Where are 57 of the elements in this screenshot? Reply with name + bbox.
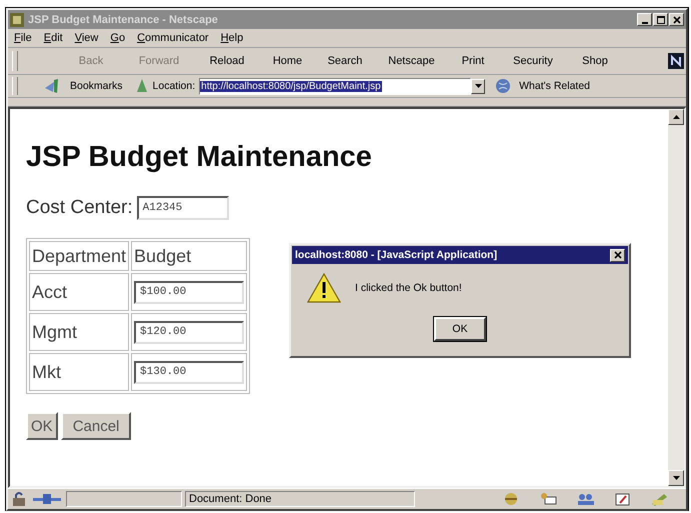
- input-field[interactable]: $130.00: [134, 360, 244, 384]
- input-field[interactable]: $100.00: [134, 280, 244, 304]
- cancel-button[interactable]: Cancel: [60, 412, 132, 440]
- close-icon: [614, 251, 622, 259]
- table-cell: Mkt: [29, 353, 130, 391]
- dialog-message: I clicked the Ok button!: [355, 282, 462, 294]
- menu-item[interactable]: Go: [110, 32, 126, 44]
- people-icon[interactable]: [576, 491, 596, 507]
- menu-item[interactable]: Edit: [44, 32, 63, 44]
- window-title: JSP Budget Maintenance - Netscape: [28, 14, 219, 26]
- minimize-button[interactable]: [637, 13, 652, 26]
- dropdown-button[interactable]: [471, 78, 486, 94]
- logo-icon[interactable]: [668, 53, 684, 69]
- warning-icon: [307, 273, 341, 303]
- maximize-button[interactable]: [653, 13, 668, 26]
- table-cell: Acct: [29, 273, 130, 311]
- up-arrow-icon: [672, 115, 680, 119]
- close-button[interactable]: [669, 13, 684, 26]
- caret-icon: [474, 84, 482, 88]
- toolbar-button[interactable]: Shop: [568, 55, 622, 67]
- scroll-up-button[interactable]: [668, 109, 684, 125]
- mail-icon[interactable]: [539, 491, 559, 507]
- bookmarks-button[interactable]: Bookmarks: [70, 80, 123, 92]
- dialog-title: localhost:8080 - [JavaScript Application]: [295, 249, 498, 261]
- maximize-icon: [656, 14, 666, 24]
- field-label: Cost Center:: [26, 197, 133, 219]
- input-field[interactable]: A12345: [136, 196, 229, 220]
- status-text: Document: Done: [185, 491, 415, 507]
- location-icon: [134, 78, 149, 94]
- toolbar-button[interactable]: Netscape: [375, 55, 448, 67]
- toolbar-button[interactable]: Reload: [194, 55, 260, 67]
- column-header: Budget: [131, 241, 248, 271]
- close-icon: [672, 14, 682, 24]
- toolbar-button[interactable]: Search: [315, 55, 375, 67]
- ok-button[interactable]: OK: [434, 317, 486, 341]
- close-button[interactable]: [610, 248, 625, 262]
- menu-item[interactable]: Communicator: [137, 32, 209, 44]
- column-header: Department: [29, 241, 130, 271]
- connection-icon: [31, 491, 63, 507]
- menu-item[interactable]: File: [14, 32, 32, 44]
- ok-button[interactable]: OK: [26, 412, 58, 440]
- page-heading: JSP Budget Maintenance: [26, 141, 373, 174]
- down-arrow-icon: [672, 476, 680, 480]
- input-field[interactable]: $120.00: [134, 320, 244, 344]
- table-cell: Mgmt: [29, 313, 130, 351]
- menu-item[interactable]: Help: [220, 32, 244, 44]
- security-icon[interactable]: [10, 491, 28, 507]
- whats-related-button[interactable]: What's Related: [519, 80, 590, 92]
- menu-item[interactable]: View: [74, 32, 98, 44]
- toolbar-button[interactable]: Home: [260, 55, 315, 67]
- toolbar-button[interactable]: Print: [448, 55, 498, 67]
- app-icon: [10, 12, 24, 26]
- minimize-icon: [642, 22, 648, 24]
- url-field[interactable]: http://localhost:8080/jsp/BudgetMaint.jsp: [199, 78, 472, 94]
- location-label: Location:: [152, 80, 196, 92]
- scroll-down-button[interactable]: [668, 470, 684, 486]
- toolbar-button[interactable]: Security: [498, 55, 568, 67]
